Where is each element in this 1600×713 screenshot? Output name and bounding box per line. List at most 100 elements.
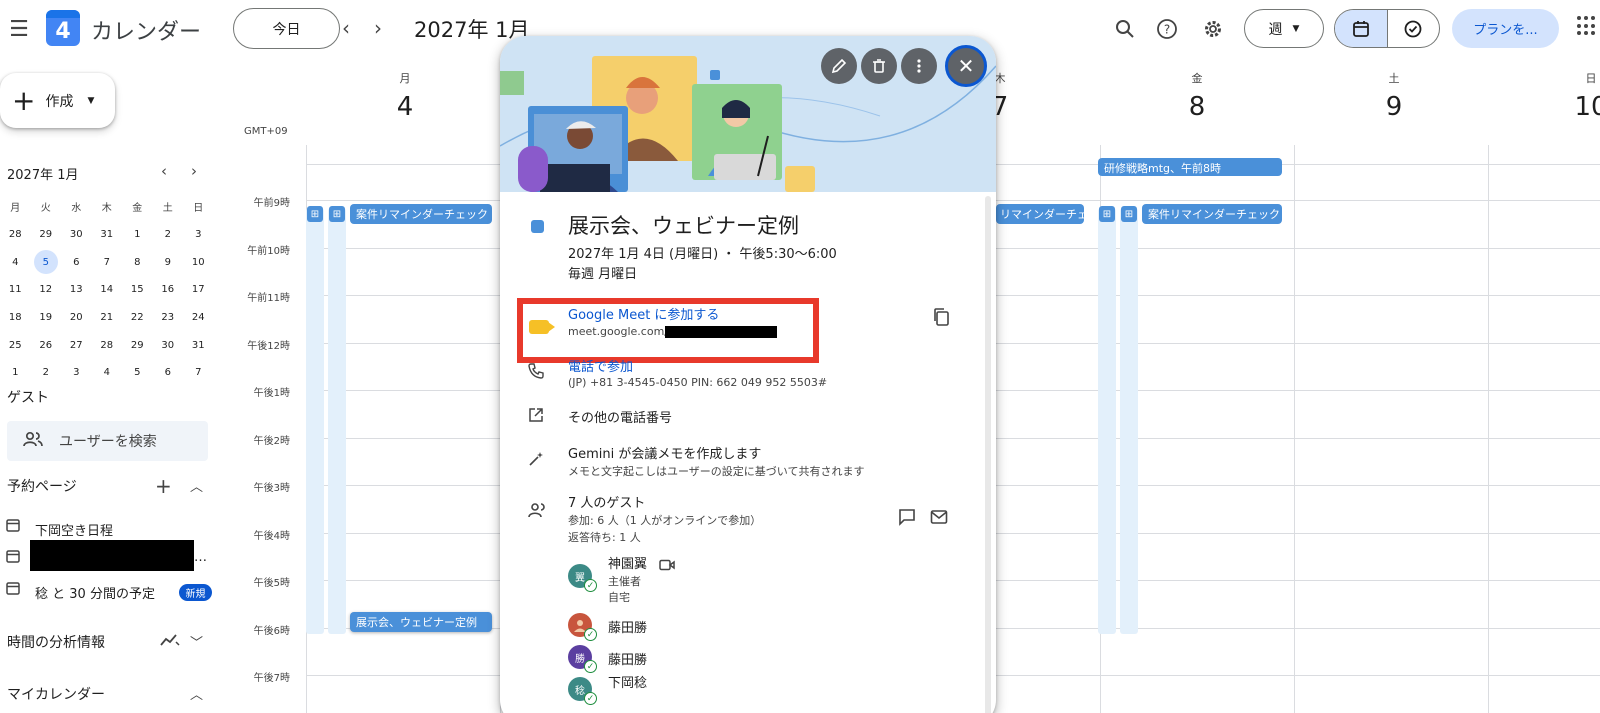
google-meet-icon: [529, 320, 555, 334]
plan-upgrade-button[interactable]: プランを...: [1452, 9, 1559, 48]
accepted-check-icon: ✓: [584, 579, 597, 592]
main-menu-icon[interactable]: ☰: [4, 14, 34, 44]
mini-day[interactable]: 2: [31, 359, 62, 387]
mini-day[interactable]: 17: [183, 276, 214, 304]
mini-day[interactable]: 30: [61, 221, 92, 249]
email-icon[interactable]: [930, 508, 948, 530]
day-header-sun[interactable]: 日 10: [1494, 70, 1600, 122]
mini-day[interactable]: 10: [183, 248, 214, 276]
event-chip[interactable]: 案件リマインダーチェック: [1142, 204, 1282, 224]
mini-day[interactable]: 5: [122, 359, 153, 387]
mini-day[interactable]: 4: [92, 359, 123, 387]
day-header-fri[interactable]: 金 8: [1100, 70, 1294, 122]
mini-day[interactable]: 7: [183, 359, 214, 387]
booking-item-label[interactable]: 下岡空き日程: [35, 520, 113, 539]
insights-trend-icon[interactable]: [160, 632, 180, 651]
event-block[interactable]: [1098, 208, 1116, 634]
popup-scrollbar[interactable]: [985, 196, 991, 713]
join-meet-link[interactable]: Google Meet に参加する: [568, 304, 719, 323]
mini-day[interactable]: 14: [92, 276, 123, 304]
mini-day[interactable]: 6: [153, 359, 184, 387]
mini-day[interactable]: 29: [122, 331, 153, 359]
mini-day[interactable]: 18: [0, 304, 31, 332]
mini-day[interactable]: 9: [153, 248, 184, 276]
mini-day-number: 17: [191, 284, 205, 296]
collapse-chevron-icon[interactable]: ︿: [190, 684, 203, 703]
more-options-icon[interactable]: [901, 48, 937, 84]
mini-day[interactable]: 20: [61, 304, 92, 332]
mini-day[interactable]: 27: [61, 331, 92, 359]
settings-gear-icon[interactable]: [1198, 14, 1228, 44]
guest-avatar[interactable]: ✓: [568, 613, 597, 641]
mini-day[interactable]: 2: [153, 221, 184, 249]
event-block[interactable]: [1120, 208, 1138, 634]
mini-next-month-icon[interactable]: ›: [191, 162, 197, 180]
mini-day[interactable]: 22: [122, 304, 153, 332]
mini-day[interactable]: 16: [153, 276, 184, 304]
day-header-sat[interactable]: 土 9: [1297, 70, 1491, 122]
mini-day[interactable]: 3: [61, 359, 92, 387]
expand-chevron-icon[interactable]: ﹀: [190, 632, 203, 651]
mini-day[interactable]: 26: [31, 331, 62, 359]
mini-day[interactable]: 29: [31, 221, 62, 249]
mini-day[interactable]: 28: [0, 221, 31, 249]
mini-day[interactable]: 31: [92, 221, 123, 249]
mini-day[interactable]: 8: [122, 248, 153, 276]
event-block[interactable]: [306, 208, 324, 634]
next-week-icon[interactable]: ›: [364, 14, 392, 42]
mini-day[interactable]: 23: [153, 304, 184, 332]
event-chip[interactable]: リマインダーチェック: [996, 204, 1084, 224]
mini-prev-month-icon[interactable]: ‹: [161, 162, 167, 180]
more-phone-numbers-link[interactable]: その他の電話番号: [568, 407, 672, 426]
mini-day[interactable]: 1: [122, 221, 153, 249]
tasks-view-icon[interactable]: [1388, 10, 1440, 47]
event-chip[interactable]: 案件リマインダーチェック: [350, 204, 492, 224]
google-apps-icon[interactable]: [1577, 16, 1597, 36]
timezone-label: GMT+09: [244, 126, 288, 137]
view-select[interactable]: 週 ▼: [1244, 9, 1324, 48]
mini-day[interactable]: 19: [31, 304, 62, 332]
mini-day[interactable]: 4: [0, 248, 31, 276]
close-icon[interactable]: ✕: [945, 45, 987, 87]
today-button[interactable]: 今日: [233, 8, 340, 49]
mini-day[interactable]: 24: [183, 304, 214, 332]
guest-search-input[interactable]: ユーザーを検索: [7, 421, 208, 461]
calendar-view-icon[interactable]: [1335, 10, 1388, 47]
day-header-mon[interactable]: 月 4: [308, 70, 502, 122]
join-by-phone-link[interactable]: 電話で参加: [568, 356, 633, 375]
mini-day[interactable]: 31: [183, 331, 214, 359]
guest-avatar[interactable]: 稔 ✓: [568, 677, 597, 705]
app-title: カレンダー: [91, 20, 202, 45]
help-icon[interactable]: ?: [1152, 14, 1182, 44]
mini-day[interactable]: 6: [61, 248, 92, 276]
event-block[interactable]: [328, 208, 346, 634]
mini-day[interactable]: 15: [122, 276, 153, 304]
search-icon[interactable]: [1110, 14, 1140, 44]
mini-day[interactable]: 21: [92, 304, 123, 332]
prev-week-icon[interactable]: ‹: [332, 14, 360, 42]
mini-day[interactable]: 7: [92, 248, 123, 276]
mini-day[interactable]: 3: [183, 221, 214, 249]
event-chip-selected[interactable]: 展示会、ウェビナー定例: [350, 612, 492, 632]
mini-day[interactable]: 25: [0, 331, 31, 359]
create-button[interactable]: + 作成 ▼: [0, 73, 115, 128]
booking-item-label[interactable]: 稔 と 30 分間の予定: [35, 583, 155, 602]
mini-day[interactable]: 30: [153, 331, 184, 359]
dropdown-caret-icon: ▼: [87, 95, 95, 106]
delete-trash-icon[interactable]: [861, 48, 897, 84]
add-booking-icon[interactable]: +: [155, 474, 172, 498]
mini-day[interactable]: 1: [0, 359, 31, 387]
mini-day[interactable]: 13: [61, 276, 92, 304]
calendar-logo[interactable]: 4: [46, 10, 80, 46]
mini-day[interactable]: 12: [31, 276, 62, 304]
mini-day[interactable]: 5: [31, 248, 62, 276]
guest-avatar[interactable]: 勝 ✓: [568, 645, 597, 673]
mini-day[interactable]: 11: [0, 276, 31, 304]
copy-icon[interactable]: [932, 307, 950, 332]
mini-day[interactable]: 28: [92, 331, 123, 359]
collapse-chevron-icon[interactable]: ︿: [190, 476, 203, 495]
guest-avatar[interactable]: 翼 ✓: [568, 564, 597, 592]
chat-icon[interactable]: [898, 508, 916, 530]
edit-pencil-icon[interactable]: [821, 48, 857, 84]
event-chip[interactable]: 研修戦略mtg、午前8時: [1098, 158, 1282, 176]
